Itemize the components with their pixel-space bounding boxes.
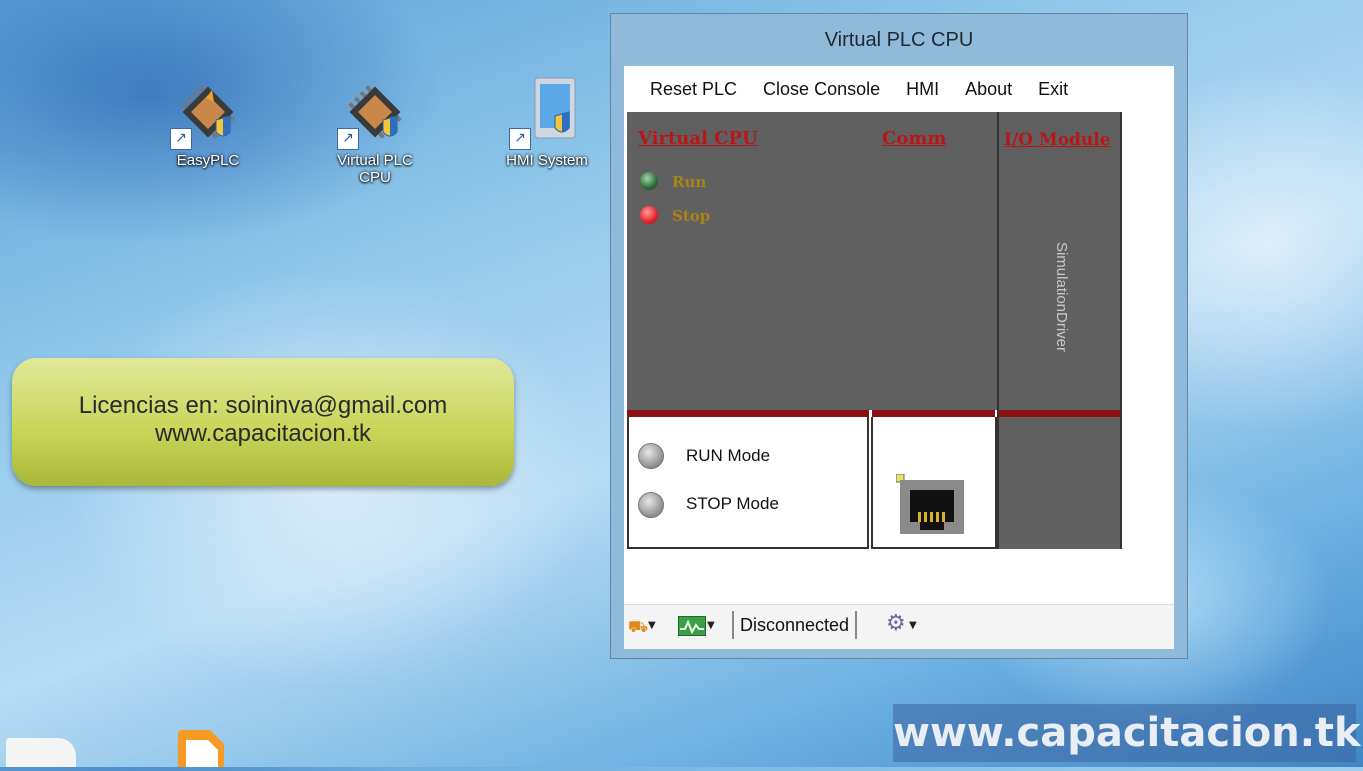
- window-title: Virtual PLC CPU: [824, 29, 974, 51]
- run-mode-button[interactable]: [638, 443, 664, 469]
- virtual-plc-cpu-window[interactable]: Virtual PLC CPU Reset PLC Close Console …: [610, 13, 1188, 659]
- menu-exit[interactable]: Exit: [1038, 79, 1068, 100]
- connection-status-text: Disconnected: [732, 611, 858, 639]
- chip-icon: ↗: [337, 76, 411, 150]
- mode-panel: [627, 417, 869, 549]
- io-module-heading: I/O Module: [1004, 130, 1111, 150]
- desktop-icon-label: EasyPLC: [176, 152, 240, 169]
- menu-hmi[interactable]: HMI: [906, 79, 939, 100]
- desktop-icon-hmi-system[interactable]: ↗ HMI System: [492, 76, 602, 169]
- settings-gear-icon[interactable]: ⚙: [886, 611, 906, 636]
- desktop-icon-label: Virtual PLC CPU: [337, 152, 413, 186]
- desktop-icon-easyplc[interactable]: ↗ EasyPLC: [153, 76, 263, 169]
- cpu-comm-panel: [627, 112, 997, 410]
- desktop-icon-label: HMI System: [506, 152, 588, 169]
- menu-reset-plc[interactable]: Reset PLC: [650, 79, 737, 100]
- document-icon[interactable]: [172, 728, 242, 767]
- divider-rule: [999, 410, 1120, 417]
- website-watermark: www.capacitacion.tk: [893, 704, 1361, 762]
- run-mode-label: RUN Mode: [686, 446, 771, 465]
- shortcut-arrow-icon: ↗: [170, 128, 192, 150]
- menu-bar: Reset PLC Close Console HMI About Exit: [624, 66, 1174, 112]
- shortcut-arrow-icon: ↗: [337, 128, 359, 150]
- chip-icon: ↗: [170, 76, 244, 150]
- license-website-text: www.capacitacion.tk: [154, 420, 372, 447]
- license-email-text: Licencias en: soininva@gmail.com: [78, 392, 448, 419]
- desktop-icon-virtual-plc-cpu[interactable]: ↗ Virtual PLC CPU: [320, 76, 430, 186]
- run-led-icon: [640, 172, 658, 190]
- simulation-driver-label: SimulationDriver: [1053, 241, 1070, 353]
- run-status-label: Run: [672, 173, 707, 191]
- activity-monitor-icon[interactable]: [678, 616, 706, 636]
- divider-rule: [627, 410, 869, 417]
- hmi-panel-icon: ↗: [509, 76, 583, 150]
- virtual-cpu-heading: Virtual CPU: [638, 128, 758, 149]
- license-info-box: Licencias en: soininva@gmail.com www.cap…: [12, 358, 514, 486]
- window-client-area: Reset PLC Close Console HMI About Exit V…: [624, 66, 1174, 649]
- dropdown-arrow-icon[interactable]: ▼: [707, 620, 715, 631]
- stop-led-icon: [640, 206, 658, 224]
- file-icon[interactable]: [6, 738, 76, 767]
- network-status-icon[interactable]: ⛟: [628, 617, 648, 638]
- dropdown-arrow-icon[interactable]: ▼: [648, 620, 656, 631]
- dropdown-arrow-icon[interactable]: ▼: [909, 620, 917, 631]
- ethernet-port-icon: [895, 473, 968, 540]
- stop-mode-label: STOP Mode: [686, 494, 779, 513]
- shortcut-arrow-icon: ↗: [509, 128, 531, 150]
- comm-heading: Comm: [882, 128, 947, 149]
- menu-about[interactable]: About: [965, 79, 1012, 100]
- menu-close-console[interactable]: Close Console: [763, 79, 880, 100]
- status-bar: ⛟ ▼ ▼ Disconnected ⚙ ▼: [624, 604, 1174, 649]
- divider-rule: [872, 410, 995, 417]
- stop-status-label: Stop: [672, 207, 711, 225]
- stop-mode-button[interactable]: [638, 492, 664, 518]
